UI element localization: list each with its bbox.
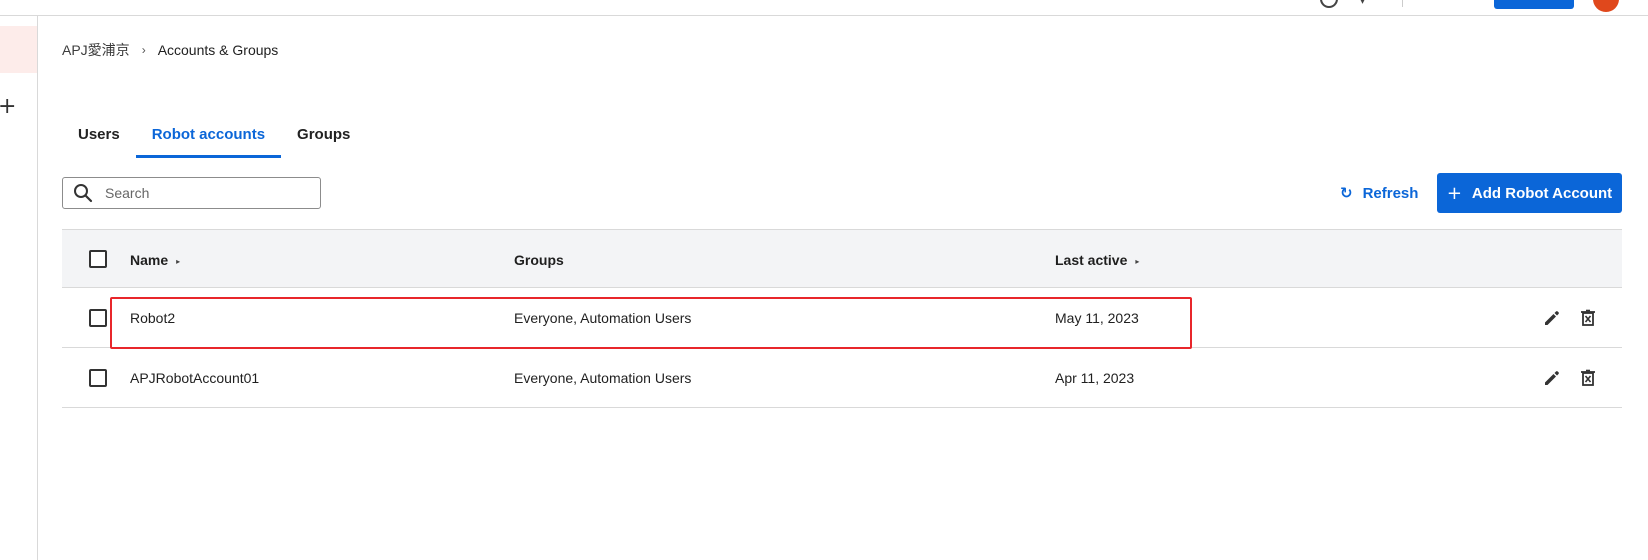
column-header-last-active-label: Last active bbox=[1055, 252, 1128, 268]
refresh-label: Refresh bbox=[1362, 184, 1419, 202]
robot-groups: Everyone, Automation Users bbox=[514, 370, 692, 386]
robot-last-active: Apr 11, 2023 bbox=[1055, 370, 1135, 386]
edit-icon[interactable] bbox=[1542, 308, 1562, 328]
row-checkbox[interactable] bbox=[89, 369, 107, 387]
tab-groups[interactable]: Groups bbox=[281, 118, 366, 158]
robot-last-active: May 11, 2023 bbox=[1055, 310, 1139, 326]
chevron-down-icon[interactable]: ▾ bbox=[1360, 0, 1365, 7]
search-input[interactable] bbox=[105, 185, 305, 201]
row-checkbox[interactable] bbox=[89, 309, 107, 327]
breadcrumb-current: Accounts & Groups bbox=[157, 42, 279, 58]
delete-icon[interactable] bbox=[1578, 368, 1598, 388]
add-robot-account-button[interactable]: + Add Robot Account bbox=[1437, 173, 1622, 213]
tab-robot-accounts[interactable]: Robot accounts bbox=[135, 118, 282, 158]
robot-accounts-table: Name ▸ Groups Last active ▸ Robot2 Everyon… bbox=[62, 229, 1622, 408]
top-action-button[interactable] bbox=[1494, 0, 1574, 9]
sort-icon[interactable]: ▸ bbox=[1135, 257, 1139, 266]
tab-users[interactable]: Users bbox=[62, 118, 136, 158]
delete-icon[interactable] bbox=[1578, 308, 1598, 328]
edit-icon[interactable] bbox=[1542, 368, 1562, 388]
column-header-last-active[interactable]: Last active ▸ bbox=[1055, 252, 1139, 268]
add-robot-account-label: Add Robot Account bbox=[1471, 184, 1613, 202]
nav-item-active[interactable] bbox=[0, 26, 37, 73]
row-actions bbox=[1542, 308, 1598, 328]
divider bbox=[1402, 0, 1403, 7]
add-icon[interactable]: + bbox=[0, 96, 16, 118]
left-nav-rail: + bbox=[0, 16, 38, 560]
select-all-checkbox[interactable] bbox=[89, 250, 107, 268]
robot-groups: Everyone, Automation Users bbox=[514, 310, 692, 326]
table-header: Name ▸ Groups Last active ▸ bbox=[62, 229, 1622, 288]
sort-icon[interactable]: ▸ bbox=[176, 257, 180, 266]
help-icon[interactable] bbox=[1320, 0, 1338, 8]
table-row[interactable]: APJRobotAccount01 Everyone, Automation U… bbox=[62, 348, 1622, 408]
column-header-groups: Groups bbox=[514, 252, 564, 268]
plus-icon: + bbox=[1446, 182, 1462, 204]
refresh-button[interactable]: ↻ Refresh bbox=[1340, 184, 1418, 202]
column-header-name[interactable]: Name ▸ bbox=[130, 252, 180, 268]
avatar[interactable] bbox=[1593, 0, 1619, 12]
table-row[interactable]: Robot2 Everyone, Automation Users May 11… bbox=[62, 288, 1622, 348]
chevron-right-icon: › bbox=[141, 43, 146, 57]
search-icon bbox=[74, 184, 93, 203]
breadcrumb-root-link[interactable]: APJ愛浦京 bbox=[62, 40, 130, 60]
row-actions bbox=[1542, 368, 1598, 388]
column-header-name-label: Name bbox=[130, 252, 169, 268]
top-bar: ▾ bbox=[0, 0, 1648, 16]
robot-name[interactable]: Robot2 bbox=[130, 310, 175, 326]
breadcrumb: APJ愛浦京 › Accounts & Groups bbox=[62, 40, 278, 60]
robot-name[interactable]: APJRobotAccount01 bbox=[130, 370, 259, 386]
refresh-icon: ↻ bbox=[1340, 184, 1353, 202]
search-box[interactable] bbox=[62, 177, 321, 209]
tab-bar: Users Robot accounts Groups bbox=[62, 118, 366, 158]
